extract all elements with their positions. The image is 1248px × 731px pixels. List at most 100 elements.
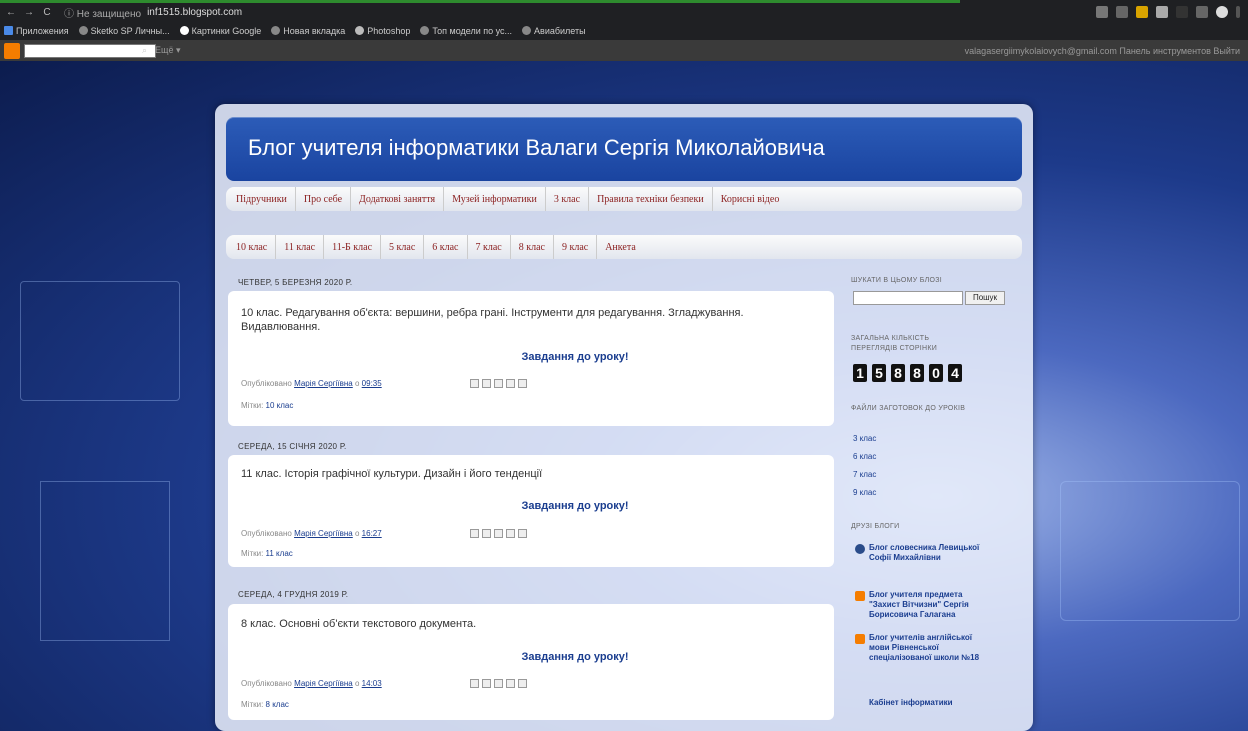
bookmark-item[interactable]: Новая вкладка	[271, 26, 345, 36]
prep-link[interactable]: 6 клас	[853, 452, 876, 461]
bookmark-item[interactable]: Photoshop	[355, 26, 410, 36]
tab-grade-5[interactable]: 5 клас	[381, 235, 425, 259]
friend-blog-item[interactable]: Блог словесника Левицької Софії Михайлів…	[855, 543, 980, 563]
author-link[interactable]: Марія Сергіївна	[294, 379, 353, 388]
blogthis-icon[interactable]	[482, 679, 491, 688]
email-icon[interactable]	[470, 379, 479, 388]
bookmark-apps[interactable]: Приложения	[4, 26, 69, 36]
back-icon[interactable]: ←	[4, 7, 18, 18]
reload-icon[interactable]: C	[40, 7, 54, 18]
prep-link[interactable]: 7 клас	[853, 470, 876, 479]
pinterest-icon[interactable]	[518, 379, 527, 388]
sidebar-search-input[interactable]	[853, 291, 963, 305]
label-link[interactable]: 8 клас	[266, 700, 289, 709]
time-link[interactable]: 09:35	[362, 379, 382, 388]
twitter-icon[interactable]	[494, 529, 503, 538]
extension-icon[interactable]	[1176, 6, 1188, 18]
author-link[interactable]: Марія Сергіївна	[294, 529, 353, 538]
task-link[interactable]: Завдання до уроку!	[228, 500, 834, 512]
address-bar[interactable]: ⓘ Не защищено inf1515.blogspot.com	[64, 5, 242, 20]
tab-about[interactable]: Про себе	[296, 187, 352, 211]
blogger-icon	[855, 591, 865, 601]
facebook-icon[interactable]	[506, 529, 515, 538]
prep-link[interactable]: 9 клас	[853, 488, 876, 497]
cabinet-link[interactable]: Кабінет інформатики	[869, 698, 953, 707]
pinterest-icon[interactable]	[518, 679, 527, 688]
friend-blog-item[interactable]: Блог учителя предмета "Захист Вітчизни" …	[855, 590, 980, 620]
share-buttons	[470, 529, 527, 538]
email-icon[interactable]	[470, 679, 479, 688]
tab-grade-6[interactable]: 6 клас	[424, 235, 468, 259]
friend-blog-item[interactable]: Блог учителів англійської мови Рівненськ…	[855, 633, 980, 663]
post-title[interactable]: 10 клас. Редагування об'єкта: вершини, р…	[241, 306, 761, 334]
star-icon[interactable]	[1116, 6, 1128, 18]
bookmark-item[interactable]: Картинки Google	[179, 26, 261, 36]
extension-icon[interactable]	[1136, 6, 1148, 18]
meta-prefix: Опубліковано	[241, 679, 295, 688]
post-title[interactable]: 8 клас. Основні об'єкти текстового докум…	[241, 617, 761, 631]
menu-icon[interactable]	[1236, 6, 1240, 18]
url-text[interactable]: inf1515.blogspot.com	[147, 7, 242, 18]
globe-icon	[78, 26, 88, 35]
facebook-icon[interactable]	[506, 379, 515, 388]
blog-title[interactable]: Блог учителя інформатики Валаги Сергія М…	[248, 135, 825, 161]
security-label[interactable]: ⓘ Не защищено	[64, 5, 141, 20]
time-link[interactable]: 16:27	[362, 529, 382, 538]
blog-search-input[interactable]	[24, 43, 156, 58]
friend-blog-label: Блог учителів англійської мови Рівненськ…	[869, 633, 980, 662]
blogthis-icon[interactable]	[482, 529, 491, 538]
forward-icon[interactable]: →	[22, 7, 36, 18]
cast-icon[interactable]	[1196, 6, 1208, 18]
bookmark-item[interactable]: Sketko SP Личны...	[78, 26, 170, 36]
tab-grade-8[interactable]: 8 клас	[511, 235, 554, 259]
blogger-logo-icon[interactable]	[4, 42, 20, 59]
email-icon[interactable]	[470, 529, 479, 538]
extensions-area	[1096, 6, 1240, 18]
tab-extra-classes[interactable]: Додаткові заняття	[351, 187, 445, 211]
shield-icon[interactable]	[1156, 6, 1168, 18]
browser-chrome: ← → C ⓘ Не защищено inf1515.blogspot.com…	[0, 0, 1248, 40]
twitter-icon[interactable]	[494, 379, 503, 388]
post-date: СЕРЕДА, 4 ГРУДНЯ 2019 Р.	[238, 590, 349, 599]
more-menu[interactable]: Ещё ▾	[155, 45, 180, 56]
sidebar-search-heading: ШУКАТИ В ЦЬОМУ БЛОЗІ	[851, 277, 943, 284]
author-link[interactable]: Марія Сергіївна	[294, 679, 353, 688]
post-title[interactable]: 11 клас. Історія графічної культури. Диз…	[241, 467, 761, 481]
task-link[interactable]: Завдання до уроку!	[228, 351, 834, 363]
translate-icon[interactable]	[1096, 6, 1108, 18]
friend-blog-label: Блог учителя предмета "Захист Вітчизни" …	[869, 590, 969, 619]
pinterest-icon[interactable]	[518, 529, 527, 538]
grades-tabs: 10 клас 11 клас 11-Б клас 5 клас 6 клас …	[226, 235, 1022, 259]
magnifier-icon[interactable]: ⌕	[142, 45, 147, 56]
facebook-icon[interactable]	[506, 679, 515, 688]
tab-survey[interactable]: Анкета	[597, 235, 644, 259]
tab-videos[interactable]: Корисні відео	[713, 187, 788, 211]
meta-prefix: Опубліковано	[241, 379, 295, 388]
blogthis-icon[interactable]	[482, 379, 491, 388]
tab-grade-11[interactable]: 11 клас	[276, 235, 325, 259]
tab-grade-3[interactable]: 3 клас	[546, 187, 590, 211]
friend-blog-label: Блог словесника Левицької Софії Михайлів…	[869, 543, 980, 562]
tab-grade-7[interactable]: 7 клас	[468, 235, 511, 259]
tab-grade-9[interactable]: 9 клас	[554, 235, 598, 259]
globe-icon	[355, 26, 365, 35]
tab-textbooks[interactable]: Підручники	[228, 187, 296, 211]
tab-safety-rules[interactable]: Правила техніки безпеки	[589, 187, 713, 211]
twitter-icon[interactable]	[494, 679, 503, 688]
post-labels: Мітки: 10 клас	[241, 401, 293, 410]
prep-link[interactable]: 3 клас	[853, 434, 876, 443]
tab-grade-10[interactable]: 10 клас	[228, 235, 277, 259]
tab-grade-11b[interactable]: 11-Б клас	[324, 235, 382, 259]
profile-icon[interactable]	[1216, 6, 1228, 18]
tab-museum[interactable]: Музей інформатики	[444, 187, 546, 211]
post-date: ЧЕТВЕР, 5 БЕРЕЗНЯ 2020 Р.	[238, 278, 353, 287]
bookmark-item[interactable]: Топ модели по ус...	[420, 26, 512, 36]
label-link[interactable]: 11 клас	[266, 549, 293, 558]
globe-icon	[271, 26, 281, 35]
account-links[interactable]: valagasergiimykolaiovych@gmail.com Панел…	[965, 46, 1240, 56]
task-link[interactable]: Завдання до уроку!	[228, 651, 834, 663]
time-link[interactable]: 14:03	[362, 679, 382, 688]
label-link[interactable]: 10 клас	[266, 401, 294, 410]
sidebar-search-button[interactable]: Пошук	[965, 291, 1005, 305]
bookmark-item[interactable]: Авиабилеты	[522, 26, 586, 36]
